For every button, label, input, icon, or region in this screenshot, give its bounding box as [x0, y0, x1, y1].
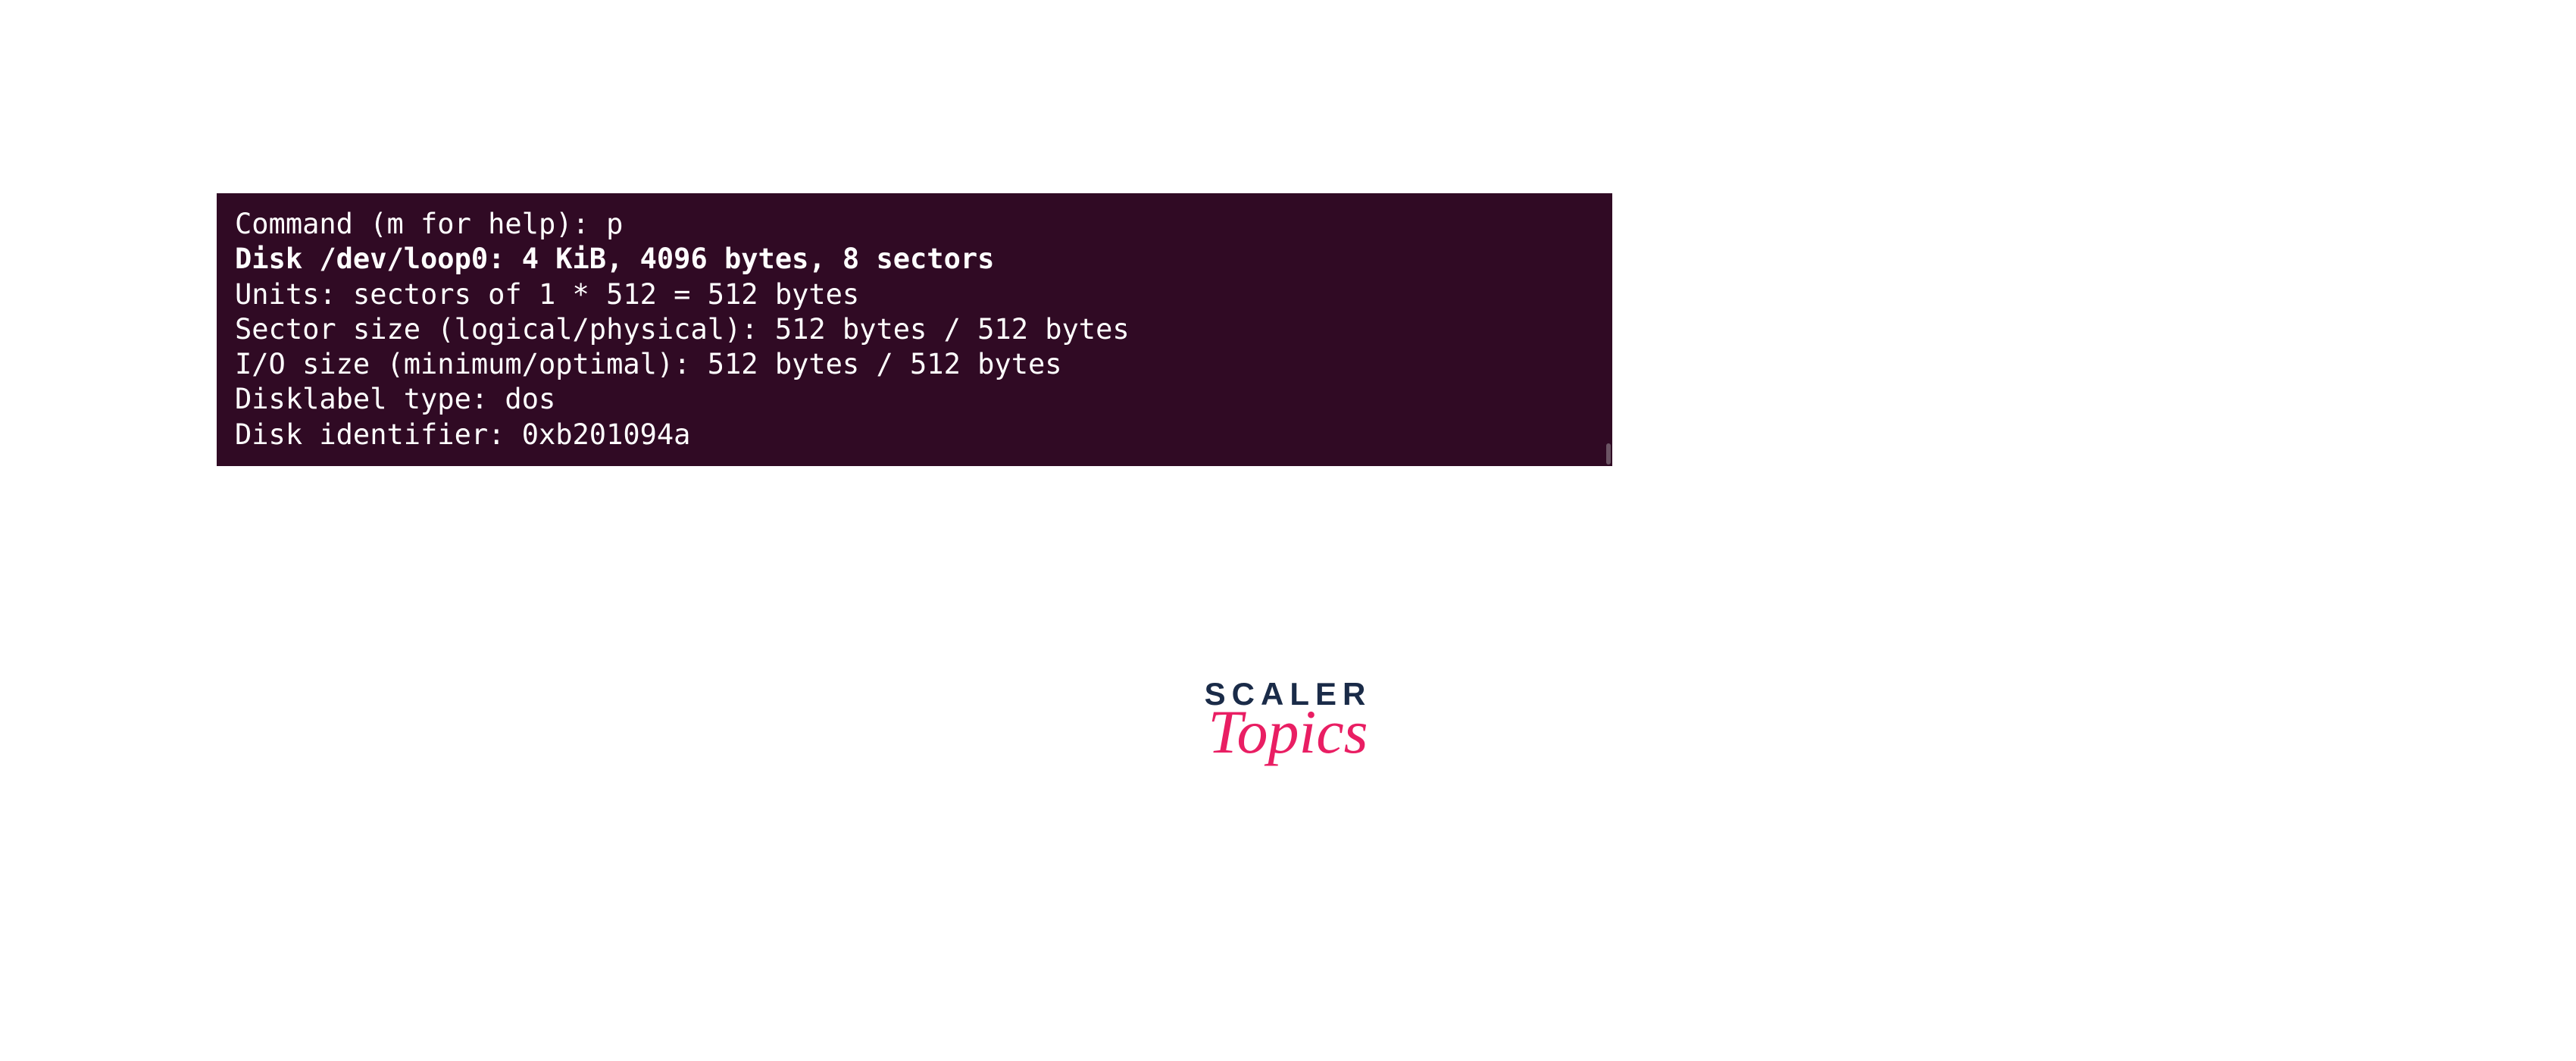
- terminal-line-disklabel: Disklabel type: dos: [235, 382, 1594, 417]
- terminal-window: Command (m for help): p Disk /dev/loop0:…: [217, 193, 1612, 466]
- terminal-line-disk: Disk /dev/loop0: 4 KiB, 4096 bytes, 8 se…: [235, 242, 1594, 277]
- brand-logo: SCALER Topics: [1136, 678, 1440, 760]
- terminal-line-prompt: Command (m for help): p: [235, 207, 1594, 242]
- logo-text-topics: Topics: [1136, 704, 1440, 760]
- terminal-line-units: Units: sectors of 1 * 512 = 512 bytes: [235, 277, 1594, 312]
- terminal-line-io-size: I/O size (minimum/optimal): 512 bytes / …: [235, 347, 1594, 382]
- terminal-line-identifier: Disk identifier: 0xb201094a: [235, 418, 1594, 452]
- terminal-line-sector-size: Sector size (logical/physical): 512 byte…: [235, 312, 1594, 347]
- scrollbar-thumb[interactable]: [1606, 443, 1611, 465]
